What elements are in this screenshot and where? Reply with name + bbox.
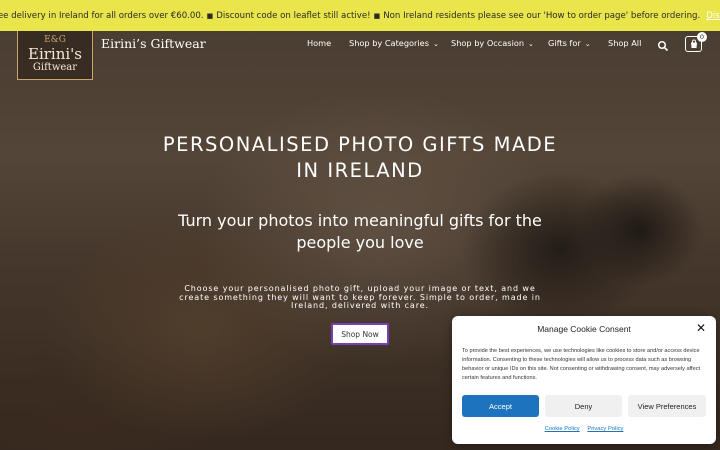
chevron-down-icon: ⌄ <box>584 40 591 48</box>
deny-button[interactable]: Deny <box>545 395 622 417</box>
cookie-policy-link[interactable]: Cookie Policy <box>545 426 580 432</box>
chevron-down-icon: ⌄ <box>432 40 439 48</box>
logo-line-2: Giftwear <box>32 62 78 73</box>
nav-item-gifts-for[interactable]: Gifts for ⌄ <box>548 38 591 48</box>
close-icon[interactable]: ✕ <box>696 322 706 334</box>
nav-item-label: Gifts for <box>548 38 581 48</box>
cookie-consent-dialog: Manage Cookie Consent ✕ To provide the b… <box>452 316 716 444</box>
hero-description: Choose your personalised photo gift, upl… <box>179 284 541 310</box>
nav-item-shop-by-occasion[interactable]: Shop by Occasion ⌄ <box>451 38 534 48</box>
square-bullet-icon: ■ <box>373 11 381 20</box>
main-navigation: Home Shop by Categories ⌄ Shop by Occasio… <box>0 38 720 52</box>
cookie-links: Cookie Policy Privacy Policy <box>452 426 716 432</box>
nav-item-shop-by-categories[interactable]: Shop by Categories ⌄ <box>349 38 439 48</box>
square-bullet-icon: ■ <box>206 11 214 20</box>
hero-title: PERSONALISED PHOTO GIFTS MADE IN IRELAND <box>162 133 558 182</box>
cart-count-badge: 0 <box>697 32 707 42</box>
search-icon[interactable] <box>657 37 669 52</box>
privacy-policy-link[interactable]: Privacy Policy <box>587 426 623 432</box>
hero-subtitle: Turn your photos into meaningful gifts f… <box>178 211 542 252</box>
cart-button[interactable]: 0 <box>685 32 707 52</box>
cookie-dialog-text: To provide the best experiences, we use … <box>462 348 701 381</box>
nav-item-label: Shop by Categories <box>349 38 429 48</box>
accept-button[interactable]: Accept <box>462 395 539 417</box>
announcement-item: Discount code on leaflet still active! <box>216 10 371 21</box>
chevron-down-icon: ⌄ <box>528 40 534 48</box>
shop-now-button[interactable]: Shop Now <box>331 323 389 345</box>
nav-item-shop-all[interactable]: Shop All <box>608 38 641 48</box>
announcement-item: Non Ireland residents please see our 'Ho… <box>383 10 701 21</box>
announcement-item: Free delivery in Ireland for all orders … <box>0 10 204 21</box>
cookie-dialog-title: Manage Cookie Consent <box>537 324 631 334</box>
nav-item-home[interactable]: Home <box>307 38 331 48</box>
view-preferences-button[interactable]: View Preferences <box>628 395 706 417</box>
nav-item-label: Shop by Occasion <box>451 38 525 48</box>
shopping-bag-icon <box>690 39 697 48</box>
nav-item-label: Home <box>307 38 332 48</box>
dismiss-link[interactable]: Dismiss <box>706 11 720 21</box>
nav-item-label: Shop All <box>608 38 642 48</box>
announcement-bar: ■ Free delivery in Ireland for all order… <box>0 0 720 31</box>
